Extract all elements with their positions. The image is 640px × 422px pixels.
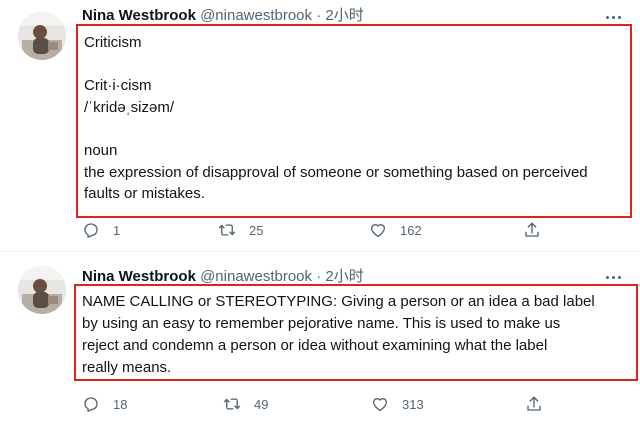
share-button[interactable]: [523, 220, 541, 240]
share-button[interactable]: [525, 394, 543, 414]
tweet-text-line: NAME CALLING or STEREOTYPING: Giving a p…: [82, 293, 595, 310]
tweet-text-line: really means.: [82, 359, 172, 376]
tweet[interactable]: Nina Westbrook @ninawestbrook · 2小时 NAME…: [0, 252, 640, 422]
avatar[interactable]: [18, 266, 66, 314]
tweet-text-line: by using an easy to remember pejorative …: [82, 315, 561, 332]
reply-count: 18: [113, 396, 128, 412]
author-name[interactable]: Nina Westbrook: [82, 7, 196, 24]
tweet-text-line: reject and condemn a person or idea with…: [82, 337, 548, 354]
retweet-count: 25: [249, 222, 264, 238]
like-count: 313: [402, 396, 424, 412]
tweet[interactable]: Nina Westbrook @ninawestbrook · 2小时 Crit…: [0, 0, 640, 252]
reply-icon: [84, 223, 98, 238]
tweet-text-line: noun: [84, 141, 118, 159]
heart-icon: [372, 398, 388, 412]
reply-icon: [84, 397, 98, 412]
share-icon: [525, 222, 539, 237]
heart-icon: [370, 224, 386, 238]
tweet-header: Nina Westbrook @ninawestbrook · 2小时: [82, 6, 364, 26]
author-name[interactable]: Nina Westbrook: [82, 268, 196, 285]
share-icon: [527, 396, 541, 411]
author-handle[interactable]: @ninawestbrook: [200, 268, 312, 285]
timestamp[interactable]: 2小时: [325, 268, 363, 285]
separator-dot: ·: [316, 268, 322, 285]
tweet-text-line: [84, 54, 630, 76]
like-button[interactable]: 313: [371, 394, 424, 414]
tweet-text-line: Criticism: [84, 34, 142, 51]
retweet-button[interactable]: 49: [223, 394, 268, 414]
like-button[interactable]: 162: [369, 220, 422, 240]
tweet-text-line: Crit·i·cism: [84, 77, 152, 95]
reply-count: 1: [113, 222, 121, 238]
tweet-text-line: the expression of disapproval of someone…: [84, 163, 588, 181]
like-count: 162: [400, 222, 422, 238]
tweet-text: NAME CALLING or STEREOTYPING: Giving a p…: [74, 284, 638, 381]
separator-dot: ·: [316, 7, 322, 24]
reply-button[interactable]: 18: [82, 394, 127, 414]
retweet-icon: [218, 224, 236, 236]
tweet-text-line: faults or mistakes.: [84, 185, 205, 203]
retweet-button[interactable]: 25: [218, 220, 263, 240]
tweet-text-line: /ˈkridəˌsizəm/: [84, 98, 175, 116]
tweet-text-line: [84, 118, 630, 140]
timestamp[interactable]: 2小时: [325, 7, 363, 24]
reply-button[interactable]: 1: [82, 220, 120, 240]
tweet-text: Criticism Crit·i·cism /ˈkridəˌsizəm/ nou…: [76, 24, 632, 218]
avatar[interactable]: [18, 12, 66, 60]
author-handle[interactable]: @ninawestbrook: [200, 7, 312, 24]
retweet-count: 49: [254, 396, 269, 412]
retweet-icon: [223, 398, 241, 410]
